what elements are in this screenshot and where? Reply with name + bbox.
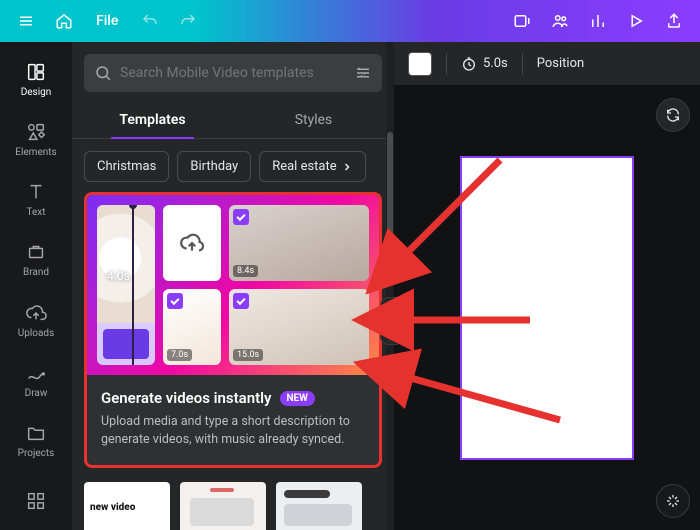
regenerate-button[interactable] xyxy=(656,98,690,132)
rail-draw[interactable]: Draw xyxy=(0,351,72,409)
audio-waveform xyxy=(103,329,149,359)
clock-icon xyxy=(461,56,477,72)
duration-value: 5.0s xyxy=(483,56,508,71)
rail-elements-label: Elements xyxy=(15,147,56,158)
category-chips: Christmas Birthday Real estate xyxy=(72,139,394,192)
analytics-icon[interactable] xyxy=(582,5,614,37)
scrollbar-thumb[interactable] xyxy=(387,132,393,242)
panel-tabs: Templates Styles xyxy=(72,102,394,139)
rail-elements[interactable]: Elements xyxy=(0,110,72,168)
rail-uploads[interactable]: Uploads xyxy=(0,291,72,349)
rail-uploads-label: Uploads xyxy=(18,328,54,339)
check-icon xyxy=(167,293,183,309)
tile-duration: 8.4s xyxy=(233,265,258,277)
color-swatch[interactable] xyxy=(408,52,432,76)
chip-realestate[interactable]: Real estate xyxy=(259,151,365,182)
rail-text[interactable]: Text xyxy=(0,171,72,229)
home-button[interactable] xyxy=(48,5,80,37)
check-icon xyxy=(233,209,249,225)
chip-christmas[interactable]: Christmas xyxy=(84,151,169,182)
rail-brand[interactable]: Brand xyxy=(0,231,72,289)
collaborators-icon[interactable] xyxy=(544,5,576,37)
rail-design[interactable]: Design xyxy=(0,50,72,108)
undo-button[interactable] xyxy=(134,5,166,37)
card-title: Generate videos instantly xyxy=(101,389,272,407)
rail-apps[interactable] xyxy=(0,472,72,530)
side-rail: Design Elements Text Brand Uploads Draw … xyxy=(0,42,72,530)
canvas-toolbar: 5.0s Position xyxy=(394,42,700,86)
upload-tile xyxy=(163,205,221,281)
template-thumb[interactable] xyxy=(276,482,362,530)
template-thumb[interactable] xyxy=(180,482,266,530)
template-thumb[interactable]: new video xyxy=(84,482,170,530)
file-menu[interactable]: File xyxy=(86,7,128,35)
menu-button[interactable] xyxy=(10,5,42,37)
generate-videos-card[interactable]: 8.4s 4.0s 7.0s 15.0s xyxy=(84,192,382,468)
play-button[interactable] xyxy=(620,5,652,37)
card-body: Generate videos instantly NEW Upload med… xyxy=(87,375,379,465)
tile-duration: 7.0s xyxy=(167,349,192,361)
check-icon xyxy=(233,293,249,309)
rail-text-label: Text xyxy=(26,207,45,218)
search-icon xyxy=(94,64,112,82)
new-badge: NEW xyxy=(280,391,315,406)
rail-projects-label: Projects xyxy=(18,448,55,459)
top-bar: File xyxy=(0,0,700,42)
panel-scrollbar[interactable] xyxy=(386,42,394,530)
autoplay-icon[interactable] xyxy=(506,5,538,37)
rail-draw-label: Draw xyxy=(25,388,48,399)
share-button[interactable] xyxy=(658,5,690,37)
media-tile-3: 7.0s xyxy=(163,289,221,365)
media-tile-4: 15.0s xyxy=(229,289,369,365)
preview-video-tile: 4.0s xyxy=(97,205,155,365)
canvas-area: 5.0s Position xyxy=(394,42,700,530)
redo-button[interactable] xyxy=(172,5,204,37)
search-input[interactable] xyxy=(120,65,346,81)
playhead xyxy=(132,205,134,365)
card-description: Upload media and type a short descriptio… xyxy=(101,413,365,449)
duration-control[interactable]: 5.0s xyxy=(461,56,508,72)
filter-icon[interactable] xyxy=(354,64,372,82)
preview-duration: 4.0s xyxy=(107,269,130,283)
rail-design-label: Design xyxy=(21,87,52,98)
position-button[interactable]: Position xyxy=(537,56,584,71)
canvas-page[interactable] xyxy=(462,158,632,458)
tab-templates[interactable]: Templates xyxy=(72,102,233,138)
chip-birthday[interactable]: Birthday xyxy=(177,151,251,182)
rail-brand-label: Brand xyxy=(23,267,49,278)
tile-duration: 15.0s xyxy=(233,349,263,361)
template-thumbnails: new video xyxy=(84,482,382,530)
rail-projects[interactable]: Projects xyxy=(0,412,72,470)
templates-panel: Templates Styles Christmas Birthday Real… xyxy=(72,42,394,530)
canvas-stage[interactable] xyxy=(394,86,700,530)
card-preview: 8.4s 4.0s 7.0s 15.0s xyxy=(87,195,379,375)
panel-scroll[interactable]: 8.4s 4.0s 7.0s 15.0s xyxy=(72,192,394,530)
tab-styles[interactable]: Styles xyxy=(233,102,394,138)
search-box[interactable] xyxy=(84,54,382,92)
media-tile-2: 8.4s xyxy=(229,205,369,281)
magic-button[interactable] xyxy=(656,484,690,518)
